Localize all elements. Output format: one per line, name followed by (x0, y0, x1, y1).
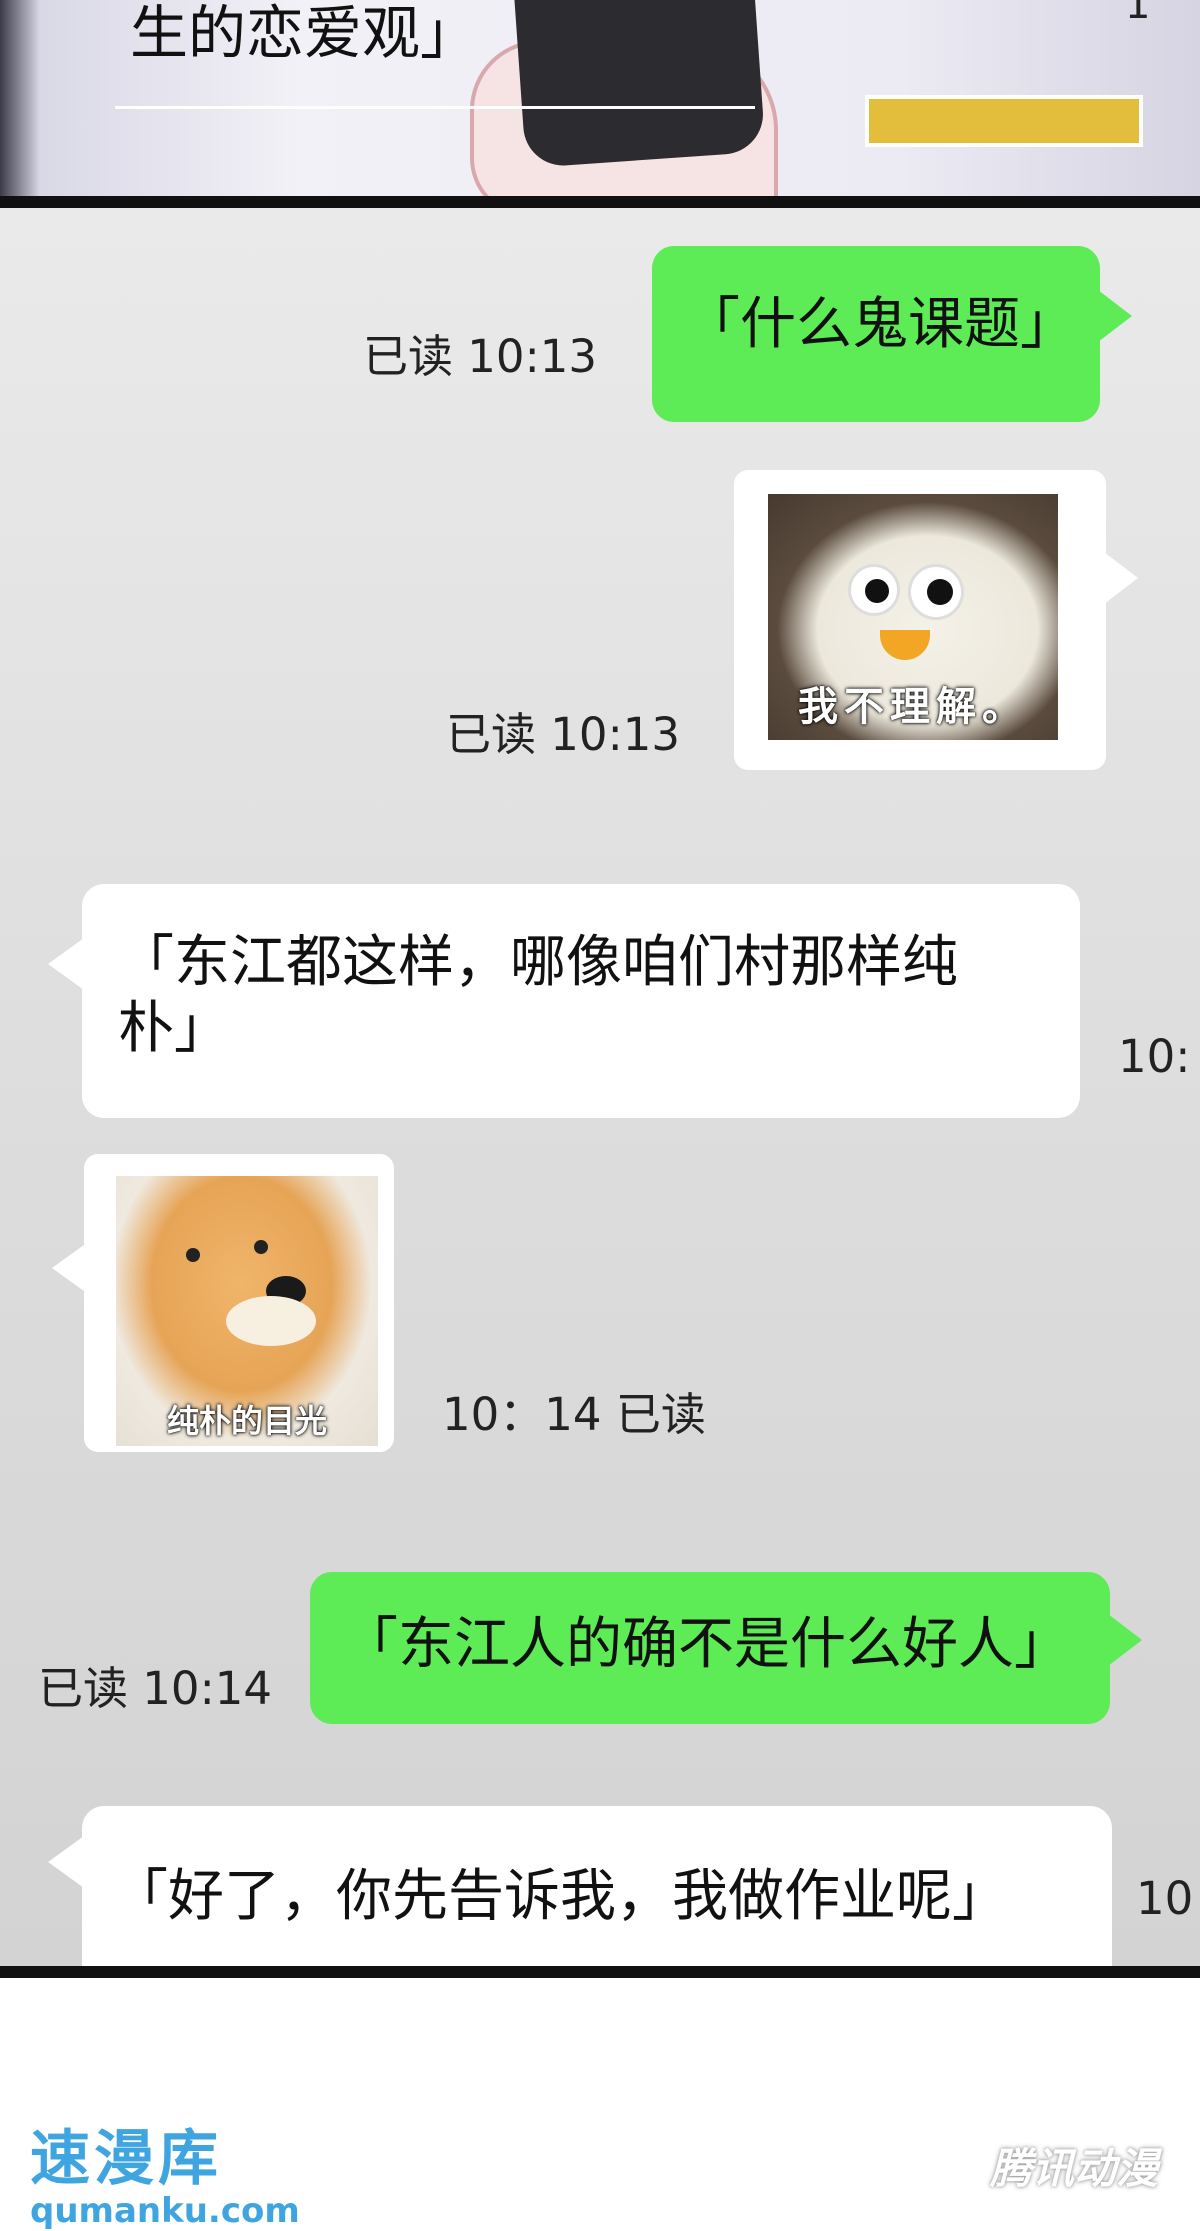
dog-eye-left (186, 1248, 200, 1262)
sticker-caption: 我不理解。 (798, 684, 1028, 730)
dog-sticker-image: 纯朴的目光 (116, 1176, 378, 1446)
sticker-message-received[interactable]: 纯朴的目光 (84, 1154, 394, 1452)
top-caption: 生的恋爱观」 (130, 0, 479, 67)
dog-eye-right (254, 1240, 268, 1254)
bubble-tail (1104, 552, 1138, 604)
panel-border-bottom (0, 1966, 1200, 1978)
message-bubble-sent[interactable]: 「什么鬼课题」 (652, 246, 1100, 422)
message-bubble-received[interactable]: 「东江都这样，哪像咱们村那样纯 朴」 (82, 884, 1080, 1118)
message-bubble-received[interactable]: 「好了，你先告诉我，我做作业呢」 (82, 1806, 1112, 1966)
bird-beak (880, 630, 930, 660)
message-text-line2: 朴」 (118, 996, 230, 1061)
top-corner-text: 1 (1125, 0, 1151, 28)
sticker-caption: 纯朴的目光 (166, 1402, 327, 1440)
message-text-line1: 「东江都这样，哪像咱们村那样纯 (118, 930, 958, 995)
read-receipt: 已读 10:13 (446, 708, 680, 761)
bird-eye-left (848, 564, 900, 616)
gold-bar (865, 95, 1143, 147)
bird-eye-right (908, 564, 964, 620)
read-receipt: 10：14 已读 (442, 1388, 706, 1441)
top-comic-panel: 生的恋爱观」 1 (0, 0, 1200, 196)
timestamp: 10 (1136, 1872, 1194, 1925)
message-text: 「什么鬼课题」 (684, 292, 1076, 357)
chat-panel: 已读 10:13 「什么鬼课题」 已读 10:13 我不理解。 「东江都这样，哪… (0, 208, 1200, 1966)
read-receipt: 已读 10:14 (38, 1662, 272, 1715)
publisher-watermark: 腾讯动漫 (990, 2144, 1159, 2193)
panel-border-top (0, 196, 1200, 208)
bird-sticker-image: 我不理解。 (768, 494, 1058, 740)
bubble-tail (48, 1836, 84, 1888)
phone-illustration (514, 0, 766, 169)
site-name: 速漫库 (30, 2124, 222, 2194)
sticker-message-sent[interactable]: 我不理解。 (734, 470, 1106, 770)
bubble-tail (1098, 290, 1132, 342)
site-watermark: 速漫库 qumanku.com (30, 2110, 300, 2231)
message-text: 「东江人的确不是什么好人」 (342, 1612, 1070, 1677)
site-url: qumanku.com (30, 2191, 300, 2231)
timestamp: 10: (1118, 1030, 1191, 1083)
read-receipt: 已读 10:13 (363, 330, 597, 383)
message-text: 「好了，你先告诉我，我做作业呢」 (112, 1864, 1008, 1929)
bubble-tail (48, 938, 84, 990)
dog-muzzle (226, 1296, 316, 1346)
bubble-tail (1108, 1614, 1142, 1666)
bubble-tail (52, 1242, 88, 1294)
caption-divider (115, 106, 755, 109)
message-bubble-sent[interactable]: 「东江人的确不是什么好人」 (310, 1572, 1110, 1724)
